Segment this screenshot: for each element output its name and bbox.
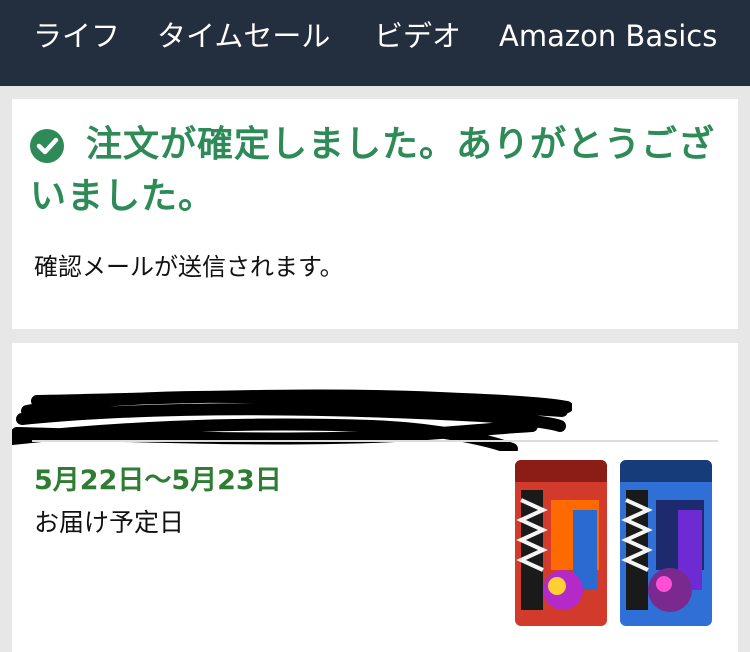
delivery-card: 5月22日〜5月23日 お届け予定日 <box>12 343 738 652</box>
nav-item-video[interactable]: ビデオ <box>374 18 461 54</box>
top-navigation: ライフ タイムセール ビデオ Amazon Basics <box>0 0 750 86</box>
redaction-scribble <box>12 389 572 451</box>
product-thumbnail-1[interactable] <box>515 460 607 626</box>
divider <box>32 440 718 442</box>
order-confirmation-card: 注文が確定しました。ありがとうございました。 確認メールが送信されます。 <box>12 99 738 329</box>
delivery-date-label: お届け予定日 <box>34 508 185 537</box>
nav-item-time-sale[interactable]: タイムセール <box>157 18 330 54</box>
confirmation-title: 注文が確定しました。ありがとうございました。 <box>30 124 716 217</box>
nav-item-amazon-basics[interactable]: Amazon Basics <box>499 18 717 54</box>
nav-item-life[interactable]: ライフ <box>33 18 120 54</box>
confirmation-message: 確認メールが送信されます。 <box>34 253 344 281</box>
delivery-date: 5月22日〜5月23日 <box>34 465 282 496</box>
product-thumbnail-2[interactable] <box>620 460 712 626</box>
